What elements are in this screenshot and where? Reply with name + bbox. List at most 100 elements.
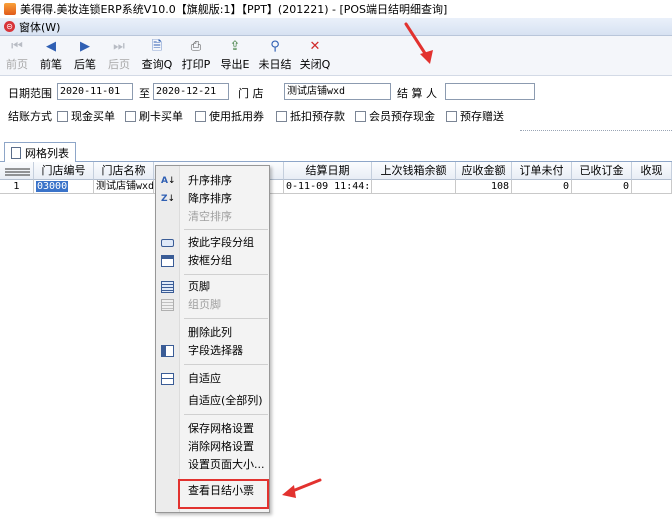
menu-separator — [184, 274, 268, 275]
checkbox-card[interactable]: 刷卡买单 — [125, 108, 183, 124]
checkbox-coupon[interactable]: 使用抵用券 — [195, 108, 264, 124]
menu-item-sort-asc[interactable]: A↓ 升序排序 — [156, 172, 269, 190]
table-cell[interactable] — [632, 180, 672, 194]
column-header[interactable]: 门店名称 — [94, 162, 154, 180]
export-button[interactable]: ⇪ 导出E — [218, 39, 252, 72]
splitter[interactable] — [520, 130, 672, 131]
payment-method-label: 结账方式 — [8, 110, 52, 123]
window-title: 美得得.美妆连锁ERP系统V10.0【旗舰版:1】【PPT】(201221) -… — [20, 3, 448, 16]
menu-separator — [184, 229, 268, 230]
selected-store-code: 03000 — [36, 181, 69, 192]
print-button[interactable]: ⎙ 打印P — [179, 39, 213, 72]
table-cell[interactable]: 108 — [456, 180, 512, 194]
store-input[interactable]: 测试店铺wxd — [284, 83, 391, 100]
date-range-label: 日期范围 — [8, 87, 52, 100]
prev-record-button[interactable]: ◀ 前笔 — [34, 39, 68, 72]
checkbox-box — [276, 110, 287, 122]
to-label: 至 — [139, 87, 150, 100]
date-to-input[interactable]: 2020-12-21 — [153, 83, 229, 100]
menu-item-group-by-field[interactable]: 按此字段分组 — [156, 234, 269, 252]
next-record-button[interactable]: ▶ 后笔 — [68, 39, 102, 72]
toolbar: ⏮ 前页 ◀ 前笔 ▶ 后笔 ⏭ 后页 🗎 查询Q ⎙ 打印P ⇪ 导出E ⚲ … — [0, 36, 672, 76]
row-indicator-header — [0, 162, 34, 180]
next-arrow-icon: ▶ — [80, 39, 90, 54]
column-header[interactable]: 已收订金 — [572, 162, 632, 180]
close-icon: ✕ — [309, 39, 321, 54]
document-icon — [11, 146, 21, 159]
column-header[interactable]: 应收金额 — [456, 162, 512, 180]
menu-separator — [184, 364, 268, 365]
menu-item-group-box[interactable]: 按框分组 — [156, 252, 269, 270]
menu-item-clear-grid-settings[interactable]: 消除网格设置 — [156, 438, 269, 456]
menu-item-sort-desc[interactable]: Z↓ 降序排序 — [156, 190, 269, 208]
filter-panel: 日期范围 2020-11-01 至 2020-12-21 门 店 测试店铺wxd… — [0, 77, 672, 133]
first-page-button[interactable]: ⏮ 前页 — [0, 39, 34, 72]
table-cell[interactable]: 0 — [512, 180, 572, 194]
menu-item-footer[interactable]: 页脚 — [156, 278, 269, 296]
sort-descending-icon: Z↓ — [161, 194, 176, 204]
menu-item-field-chooser[interactable]: 字段选择器 — [156, 342, 269, 360]
store-label: 门 店 — [238, 87, 264, 100]
export-icon: ⇪ — [229, 39, 241, 54]
annotation-arrow-item — [282, 478, 322, 498]
prev-arrow-icon: ◀ — [46, 39, 56, 54]
first-page-icon: ⏮ — [11, 39, 23, 54]
last-page-icon: ⏭ — [113, 39, 125, 54]
last-page-button[interactable]: ⏭ 后页 — [102, 39, 136, 72]
query-document-icon: 🗎 — [151, 39, 163, 54]
menu-separator — [184, 318, 268, 319]
close-button[interactable]: ✕ 关闭Q — [298, 39, 332, 72]
column-header[interactable]: 结算日期 — [284, 162, 372, 180]
table-cell[interactable] — [372, 180, 456, 194]
checkbox-prepaid-gift[interactable]: 预存赠送 — [446, 108, 504, 124]
checkbox-box — [446, 110, 457, 122]
tab-grid-list[interactable]: 网格列表 — [4, 142, 76, 162]
title-bar: 美得得.美妆连锁ERP系统V10.0【旗舰版:1】【PPT】(201221) -… — [0, 0, 672, 18]
checkbox-box — [195, 110, 206, 122]
checkbox-box — [57, 110, 68, 122]
window-menu-icon[interactable]: ⊝ — [4, 21, 15, 32]
search-icon: ⚲ — [270, 39, 280, 54]
date-from-input[interactable]: 2020-11-01 — [57, 83, 133, 100]
column-header[interactable]: 订单未付 — [512, 162, 572, 180]
menu-item-save-grid-settings[interactable]: 保存网格设置 — [156, 420, 269, 438]
checkbox-box — [355, 110, 366, 122]
sort-ascending-icon: A↓ — [161, 176, 176, 186]
checkbox-cash[interactable]: 现金买单 — [57, 108, 115, 124]
footer-icon — [161, 281, 174, 293]
unclosed-button[interactable]: ⚲ 未日结 — [258, 39, 292, 72]
menu-item-best-fit-all[interactable]: 自适应(全部列) — [156, 392, 269, 410]
context-menu: A↓ 升序排序 Z↓ 降序排序 清空排序 按此字段分组 按框分组 页脚 组页脚 … — [155, 165, 270, 513]
settler-input[interactable] — [445, 83, 535, 100]
best-fit-icon — [161, 373, 174, 385]
query-button[interactable]: 🗎 查询Q — [140, 39, 174, 72]
menu-item-delete-column[interactable]: 删除此列 — [156, 324, 269, 342]
field-chooser-icon — [161, 345, 174, 357]
row-index: 1 — [0, 180, 34, 194]
tab-strip — [0, 138, 672, 162]
indicator-lines-icon — [4, 168, 30, 176]
menu-window[interactable]: 窗体(W) — [19, 19, 60, 35]
highlight-box — [178, 479, 269, 509]
menu-item-page-size[interactable]: 设置页面大小... — [156, 456, 269, 474]
settler-label: 结 算 人 — [397, 87, 437, 100]
menu-item-best-fit[interactable]: 自适应 — [156, 370, 269, 388]
menu-item-group-footer[interactable]: 组页脚 — [156, 296, 269, 314]
app-icon — [4, 3, 16, 15]
checkbox-prepaid-deduct[interactable]: 抵扣预存款 — [276, 108, 345, 124]
table-cell[interactable]: 03000 — [34, 180, 94, 194]
column-header[interactable]: 门店编号 — [34, 162, 94, 180]
group-by-field-icon — [161, 239, 174, 247]
menu-separator — [184, 414, 268, 415]
menu-item-clear-sort[interactable]: 清空排序 — [156, 208, 269, 226]
menu-bar: ⊝ 窗体(W) — [0, 18, 672, 36]
group-box-icon — [161, 255, 174, 267]
checkbox-box — [125, 110, 136, 122]
column-header[interactable]: 收现 — [632, 162, 672, 180]
checkbox-member-prepaid-cash[interactable]: 会员预存现金 — [355, 108, 435, 124]
data-grid: 门店编号 门店名称 结算日期 上次钱箱余额 应收金额 订单未付 已收订金 收现 … — [0, 162, 672, 524]
table-cell[interactable]: 0 — [572, 180, 632, 194]
table-cell[interactable]: 0-11-09 11:44:27 — [284, 180, 372, 194]
column-header[interactable]: 上次钱箱余额 — [372, 162, 456, 180]
table-cell[interactable]: 测试店铺wxd — [94, 180, 154, 194]
